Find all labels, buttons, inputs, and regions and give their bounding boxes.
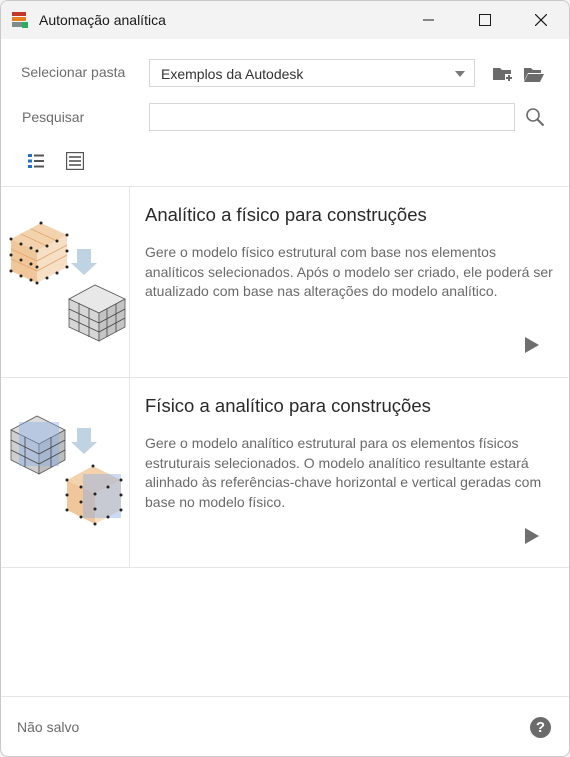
- help-icon[interactable]: ?: [530, 717, 551, 738]
- window-title: Automação analítica: [39, 12, 166, 28]
- detail-view-button[interactable]: [64, 151, 86, 171]
- folder-dropdown-value: Exemplos da Autodesk: [161, 66, 304, 82]
- search-button[interactable]: [523, 105, 547, 129]
- new-folder-button[interactable]: [491, 63, 515, 85]
- item-title: Analítico a físico para construções: [145, 204, 427, 225]
- divider: [1, 567, 569, 568]
- open-folder-icon: [524, 68, 544, 82]
- item-description: Gere o modelo físico estrutural com base…: [145, 244, 553, 299]
- physical-to-analytical-illustration: [10, 415, 123, 526]
- folder-dropdown[interactable]: Exemplos da Autodesk: [149, 59, 475, 87]
- item-title: Físico a analítico para construções: [145, 395, 431, 416]
- item-description: Gere o modelo analítico estrutural para …: [145, 435, 542, 510]
- new-folder-icon: [493, 68, 513, 82]
- play-icon[interactable]: [525, 337, 539, 353]
- close-icon: [535, 14, 547, 26]
- app-icon: [12, 12, 28, 28]
- automation-item[interactable]: Físico a analítico para construções Gere…: [1, 378, 569, 568]
- status-text: Não salvo: [17, 719, 80, 735]
- select-folder-label: Selecionar pasta: [21, 64, 126, 80]
- search-input[interactable]: [149, 103, 515, 131]
- item-thumbnail: [1, 378, 130, 568]
- detail-view-icon: [66, 152, 84, 170]
- open-folder-button[interactable]: [522, 63, 546, 85]
- chevron-down-icon: [455, 71, 465, 77]
- minimize-button[interactable]: [401, 1, 457, 39]
- analytical-to-physical-illustration: [9, 221, 126, 342]
- maximize-button[interactable]: [457, 1, 513, 39]
- maximize-icon: [479, 14, 491, 26]
- search-label: Pesquisar: [22, 109, 85, 125]
- play-icon[interactable]: [525, 528, 539, 544]
- close-button[interactable]: [513, 1, 569, 39]
- automation-item[interactable]: Analítico a físico para construções Gere…: [1, 187, 569, 377]
- footer-divider: [1, 696, 569, 697]
- minimize-icon: [423, 19, 434, 21]
- title-bar[interactable]: Automação analítica: [1, 1, 569, 39]
- main-window: Automação analítica Selecionar pasta Exe…: [0, 0, 570, 757]
- search-icon: [526, 108, 545, 127]
- list-view-button[interactable]: [25, 151, 47, 171]
- item-thumbnail: [1, 187, 130, 377]
- list-view-icon: [28, 154, 44, 168]
